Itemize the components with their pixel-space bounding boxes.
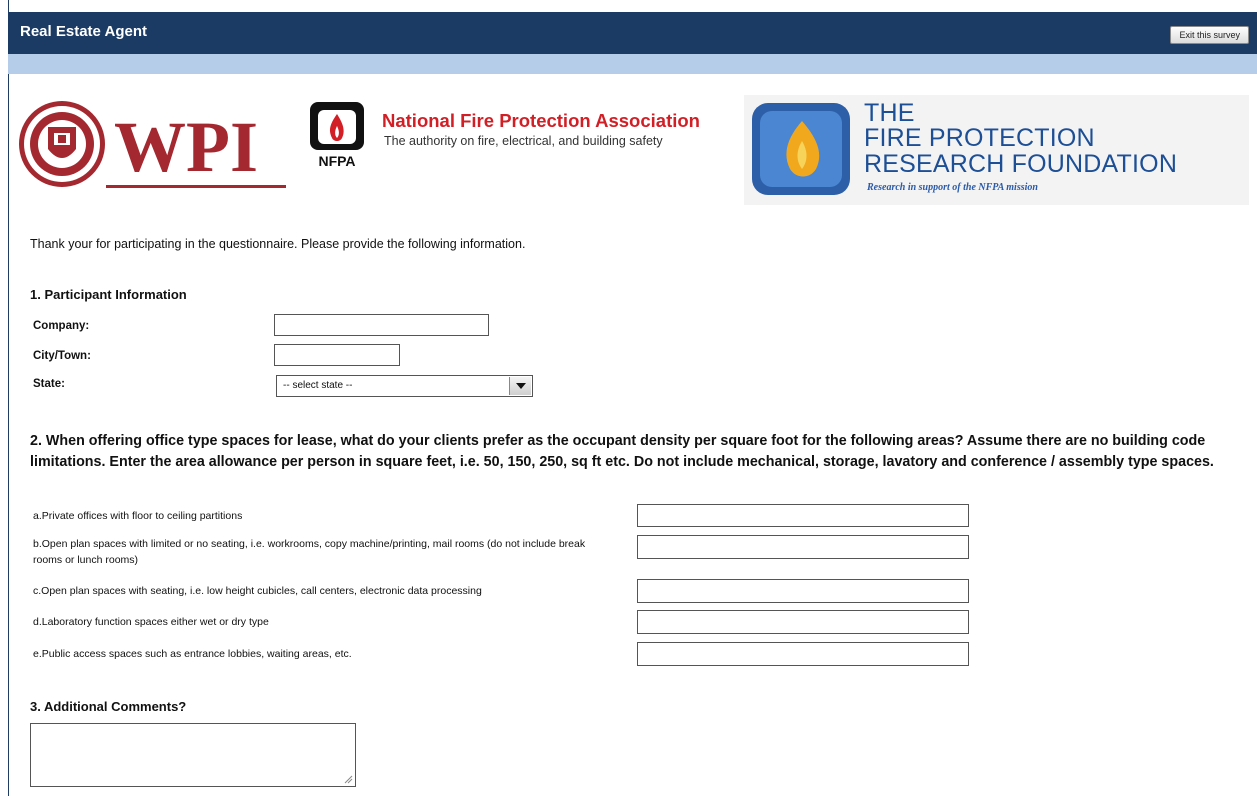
question-2-title: 2. When offering office type spaces for … [30,433,1214,470]
exit-survey-button[interactable]: Exit this survey [1170,26,1249,44]
svg-text:NFPA: NFPA [318,153,355,169]
state-select[interactable]: -- select state -- [276,375,533,397]
density-input-public-access[interactable] [637,642,969,666]
density-row-label: b.Open plan spaces with limited or no se… [33,538,586,566]
density-row-label: e.Public access spaces such as entrance … [33,648,352,660]
density-input-open-plan-limited[interactable] [637,535,969,559]
state-select-value: -- select state -- [283,380,353,391]
wpi-wordmark: WPI [114,107,258,187]
progress-bar [8,54,1257,74]
survey-title: Real Estate Agent [20,23,147,40]
question-3-title: 3. Additional Comments? [30,699,187,714]
comments-textarea[interactable] [30,723,356,787]
nfpa-tagline: The authority on fire, electrical, and b… [384,134,663,148]
state-label: State: [33,378,65,390]
city-label: City/Town: [33,350,91,362]
fprf-line-2: FIRE PROTECTION [864,124,1095,152]
dropdown-arrow-icon[interactable] [509,377,531,395]
question-1-title: 1. Participant Information [30,287,187,302]
density-row-label: d.Laboratory function spaces either wet … [33,616,269,628]
wpi-logo: 1865 WPI [18,97,288,192]
density-row-label: c.Open plan spaces with seating, i.e. lo… [33,585,482,597]
nfpa-name: National Fire Protection Association [382,110,700,131]
fprf-line-1: THE [864,99,915,127]
density-input-open-plan-seating[interactable] [637,579,969,603]
nfpa-logo: NFPA National Fire Protection Associatio… [306,98,736,178]
fprf-tagline: Research in support of the NFPA mission [867,182,1038,193]
nfpa-emblem-icon: NFPA [306,100,368,170]
density-input-laboratory[interactable] [637,610,969,634]
wpi-seal-year: 1865 [55,175,70,183]
fprf-logo: THE FIRE PROTECTION RESEARCH FOUNDATION … [744,95,1249,205]
fprf-line-3: RESEARCH FOUNDATION [864,150,1178,178]
company-label: Company: [33,320,90,332]
resize-handle-icon[interactable] [344,775,353,784]
survey-title-bar: Real Estate Agent Exit this survey [8,12,1257,54]
flame-icon [752,103,850,195]
density-input-private-offices[interactable] [637,504,969,527]
company-input[interactable] [274,314,489,336]
density-row-label: a.Private offices with floor to ceiling … [33,510,243,522]
intro-text: Thank your for participating in the ques… [30,237,526,251]
city-input[interactable] [274,344,400,366]
